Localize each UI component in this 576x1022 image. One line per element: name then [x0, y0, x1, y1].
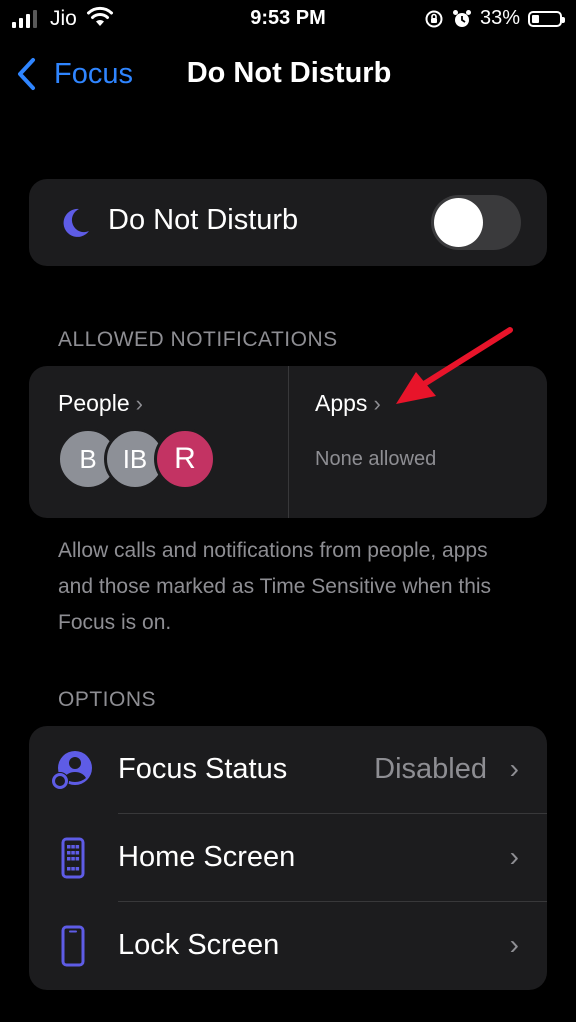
- option-focus-status[interactable]: Focus Status Disabled ›: [29, 726, 547, 814]
- status-right-group: 33%: [424, 7, 565, 30]
- options-header: OPTIONS: [58, 688, 157, 711]
- option-label: Lock Screen: [118, 929, 280, 961]
- option-home-screen[interactable]: Home Screen ›: [29, 814, 547, 902]
- chevron-right-icon: ›: [373, 390, 381, 416]
- toggle-knob: [434, 198, 483, 247]
- people-label: People: [58, 390, 130, 416]
- apps-button[interactable]: Apps ›: [315, 390, 381, 417]
- option-label: Focus Status: [118, 753, 288, 785]
- chevron-right-icon: ›: [509, 929, 519, 960]
- dnd-label: Do Not Disturb: [108, 204, 299, 236]
- allowed-description: Allow calls and notifications from peopl…: [58, 539, 492, 634]
- allowed-notifications-header: ALLOWED NOTIFICATIONS: [58, 328, 338, 351]
- chevron-right-icon: ›: [509, 753, 519, 784]
- battery-percent: 33%: [479, 7, 520, 29]
- option-lock-screen[interactable]: Lock Screen ›: [29, 902, 547, 990]
- avatar[interactable]: R: [154, 428, 216, 490]
- annotation-arrow-icon: [396, 327, 513, 404]
- page-title: Do Not Disturb: [0, 57, 576, 90]
- lock-screen-icon: [61, 925, 85, 967]
- alarm-icon: [452, 9, 471, 27]
- dnd-toggle[interactable]: [431, 195, 521, 250]
- battery-icon: [528, 10, 565, 27]
- chevron-right-icon: ›: [509, 841, 519, 872]
- apps-label: Apps: [315, 390, 368, 416]
- focus-status-icon: [51, 751, 92, 790]
- option-value: Disabled: [374, 753, 487, 785]
- divider: [288, 366, 289, 518]
- option-label: Home Screen: [118, 841, 296, 873]
- dnd-card: Do Not Disturb: [29, 179, 547, 266]
- home-screen-icon: [61, 837, 85, 879]
- options-card: Focus Status Disabled › Home Screen › Lo…: [29, 726, 547, 990]
- apps-status: None allowed: [315, 448, 437, 470]
- people-button[interactable]: People ›: [58, 390, 143, 417]
- chevron-right-icon: ›: [135, 390, 143, 416]
- page-title-text: Do Not Disturb: [186, 57, 392, 89]
- status-bar: Jio 9:53 PM 33%: [0, 0, 576, 38]
- orientation-lock-icon: [425, 10, 443, 27]
- moon-icon: [63, 208, 89, 237]
